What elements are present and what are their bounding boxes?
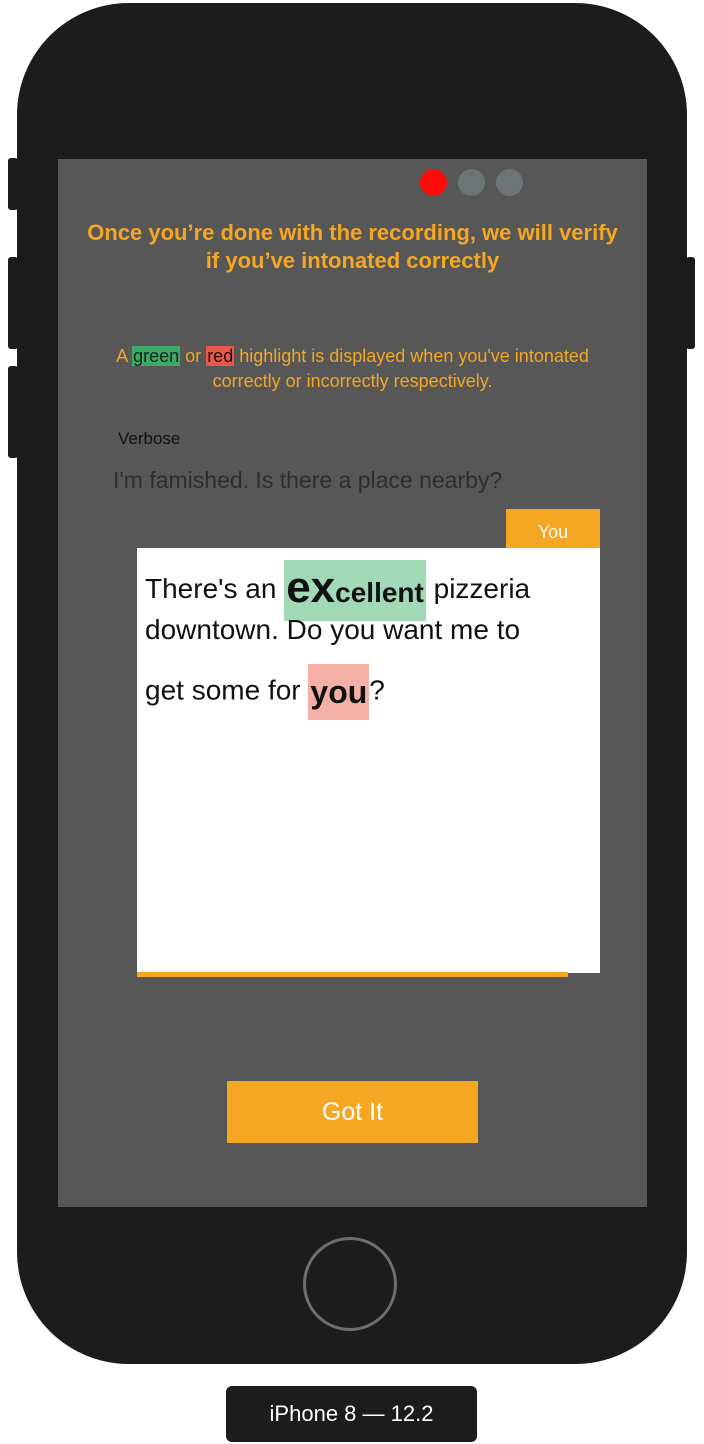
prompt-sentence: I'm famished. Is there a place nearby? xyxy=(113,467,503,493)
hint-green-word: green xyxy=(132,346,181,366)
response-part-3: get some for xyxy=(145,674,309,706)
response-line-3: get some for you? xyxy=(145,664,590,720)
app-screen: Once you’re done with the recording, we … xyxy=(58,159,647,1207)
volume-up-button xyxy=(8,257,18,349)
hint-suffix: highlight is displayed when you've inton… xyxy=(212,346,589,391)
response-part-2: pizzeria xyxy=(425,572,531,604)
mute-switch xyxy=(8,158,18,210)
home-button[interactable] xyxy=(303,1237,397,1331)
highlight-hint: A green or red highlight is displayed wh… xyxy=(88,344,617,394)
page-dot-3[interactable] xyxy=(496,169,523,196)
response-sentence: There's an excellent pizzeria downtown. … xyxy=(145,560,590,720)
response-part-1: There's an xyxy=(145,572,285,604)
response-card: There's an excellent pizzeria downtown. … xyxy=(137,548,600,973)
hint-middle: or xyxy=(180,346,207,366)
incorrect-word-highlight: you xyxy=(308,664,370,720)
page-dot-2[interactable] xyxy=(458,169,485,196)
instruction-heading: Once you’re done with the recording, we … xyxy=(87,220,618,273)
hint-red-word: red xyxy=(206,346,235,366)
response-line-1: There's an excellent pizzeria xyxy=(145,560,590,621)
got-it-button[interactable]: Got It xyxy=(227,1081,478,1143)
speaker-label: Verbose xyxy=(118,429,181,448)
volume-down-button xyxy=(8,366,18,458)
stressed-syllable: ex xyxy=(286,563,336,612)
page-indicator xyxy=(420,169,523,197)
page-dot-1[interactable] xyxy=(420,169,447,196)
you-tag: You xyxy=(506,509,600,548)
stressed-word-rest: cellent xyxy=(335,577,424,608)
device-label: iPhone 8 — 12.2 xyxy=(226,1386,477,1442)
recording-progress-bar xyxy=(137,972,568,977)
correct-word-highlight: excellent xyxy=(284,560,426,621)
hint-prefix: A xyxy=(116,346,133,366)
response-line-2: downtown. Do you want me to xyxy=(145,614,521,645)
power-button xyxy=(686,257,695,349)
response-part-4: ? xyxy=(369,674,385,706)
